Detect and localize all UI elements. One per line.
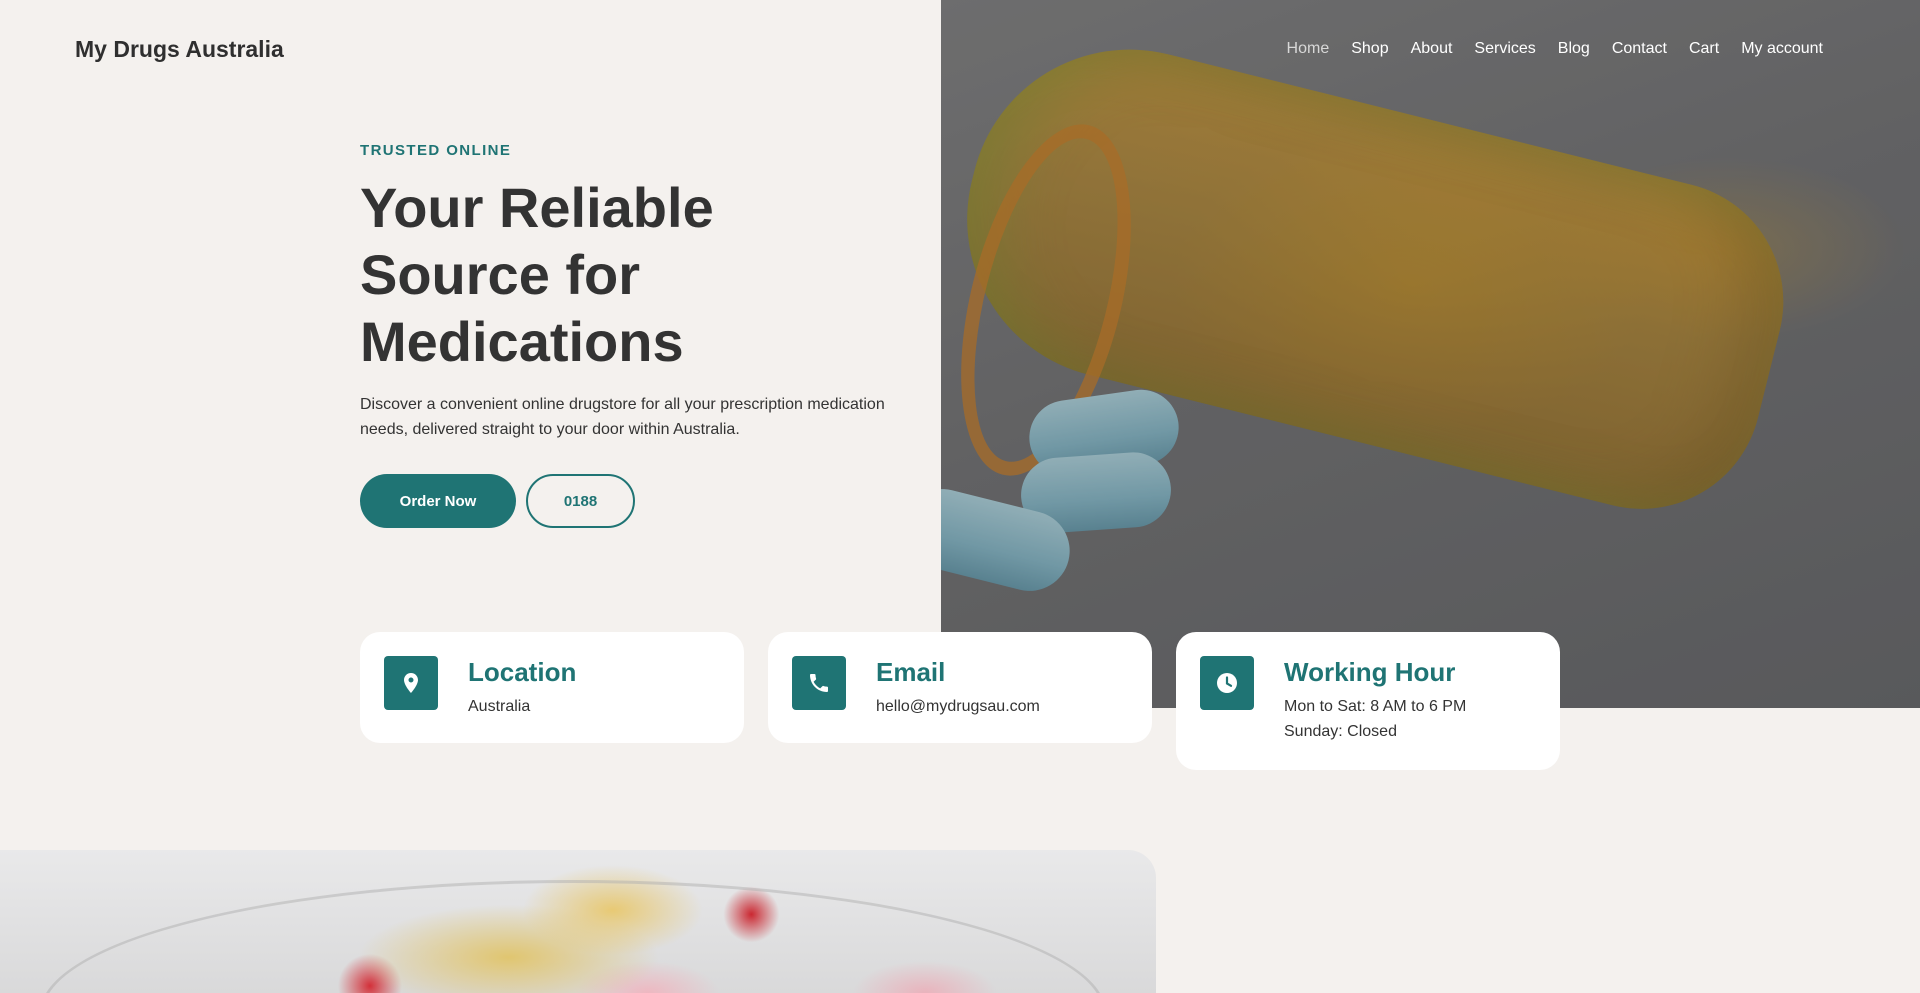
working-hours-weekday: Mon to Sat: 8 AM to 6 PM (1284, 698, 1467, 715)
nav-item-services[interactable]: Services (1474, 40, 1535, 58)
email-card-body: Email hello@mydrugsau.com (876, 656, 1040, 723)
pill-bottle-rim-shape (941, 107, 1163, 493)
nav-item-about[interactable]: About (1411, 40, 1453, 58)
nav-item-blog[interactable]: Blog (1558, 40, 1590, 58)
pill-shape (1024, 384, 1184, 481)
bottom-image-pills-bowl (0, 850, 1156, 993)
working-hours-sunday: Sunday: Closed (1284, 723, 1397, 740)
phone-number-button[interactable]: 0188 (526, 474, 635, 528)
card-title: Location (468, 657, 577, 687)
hero-headline: Your Reliable Source for Medications (360, 176, 714, 373)
nav-item-shop[interactable]: Shop (1351, 40, 1388, 58)
card-text: Australia (468, 698, 531, 715)
card-title: Email (876, 657, 946, 687)
phone-icon (792, 656, 846, 710)
email-card: Email hello@mydrugsau.com (768, 632, 1152, 743)
working-hour-card: Working Hour Mon to Sat: 8 AM to 6 PM Su… (1176, 632, 1560, 770)
working-hour-card-body: Working Hour Mon to Sat: 8 AM to 6 PM Su… (1284, 656, 1466, 750)
main-nav: Home Shop About Services Blog Contact Ca… (1287, 40, 1823, 58)
pill-bottle-shape (941, 15, 1809, 535)
nav-item-contact[interactable]: Contact (1612, 40, 1667, 58)
nav-item-cart[interactable]: Cart (1689, 40, 1719, 58)
card-text: Mon to Sat: 8 AM to 6 PM Sunday: Closed (1284, 694, 1466, 744)
hero-eyebrow: TRUSTED ONLINE (360, 142, 512, 159)
pill-shape (1018, 449, 1174, 536)
hero-lead-text: Discover a convenient online drugstore f… (360, 396, 885, 438)
hero-image-pill-bottle (941, 0, 1920, 708)
email-address-text[interactable]: hello@mydrugsau.com (876, 694, 1040, 719)
order-now-button[interactable]: Order Now (360, 474, 516, 528)
nav-item-my-account[interactable]: My account (1741, 40, 1823, 58)
location-card: Location Australia (360, 632, 744, 743)
pill-shape (941, 480, 1079, 600)
location-pin-icon (384, 656, 438, 710)
site-title[interactable]: My Drugs Australia (75, 36, 284, 63)
clock-icon (1200, 656, 1254, 710)
card-title: Working Hour (1284, 657, 1456, 687)
location-card-body: Location Australia (468, 656, 576, 723)
nav-item-home[interactable]: Home (1287, 40, 1330, 58)
